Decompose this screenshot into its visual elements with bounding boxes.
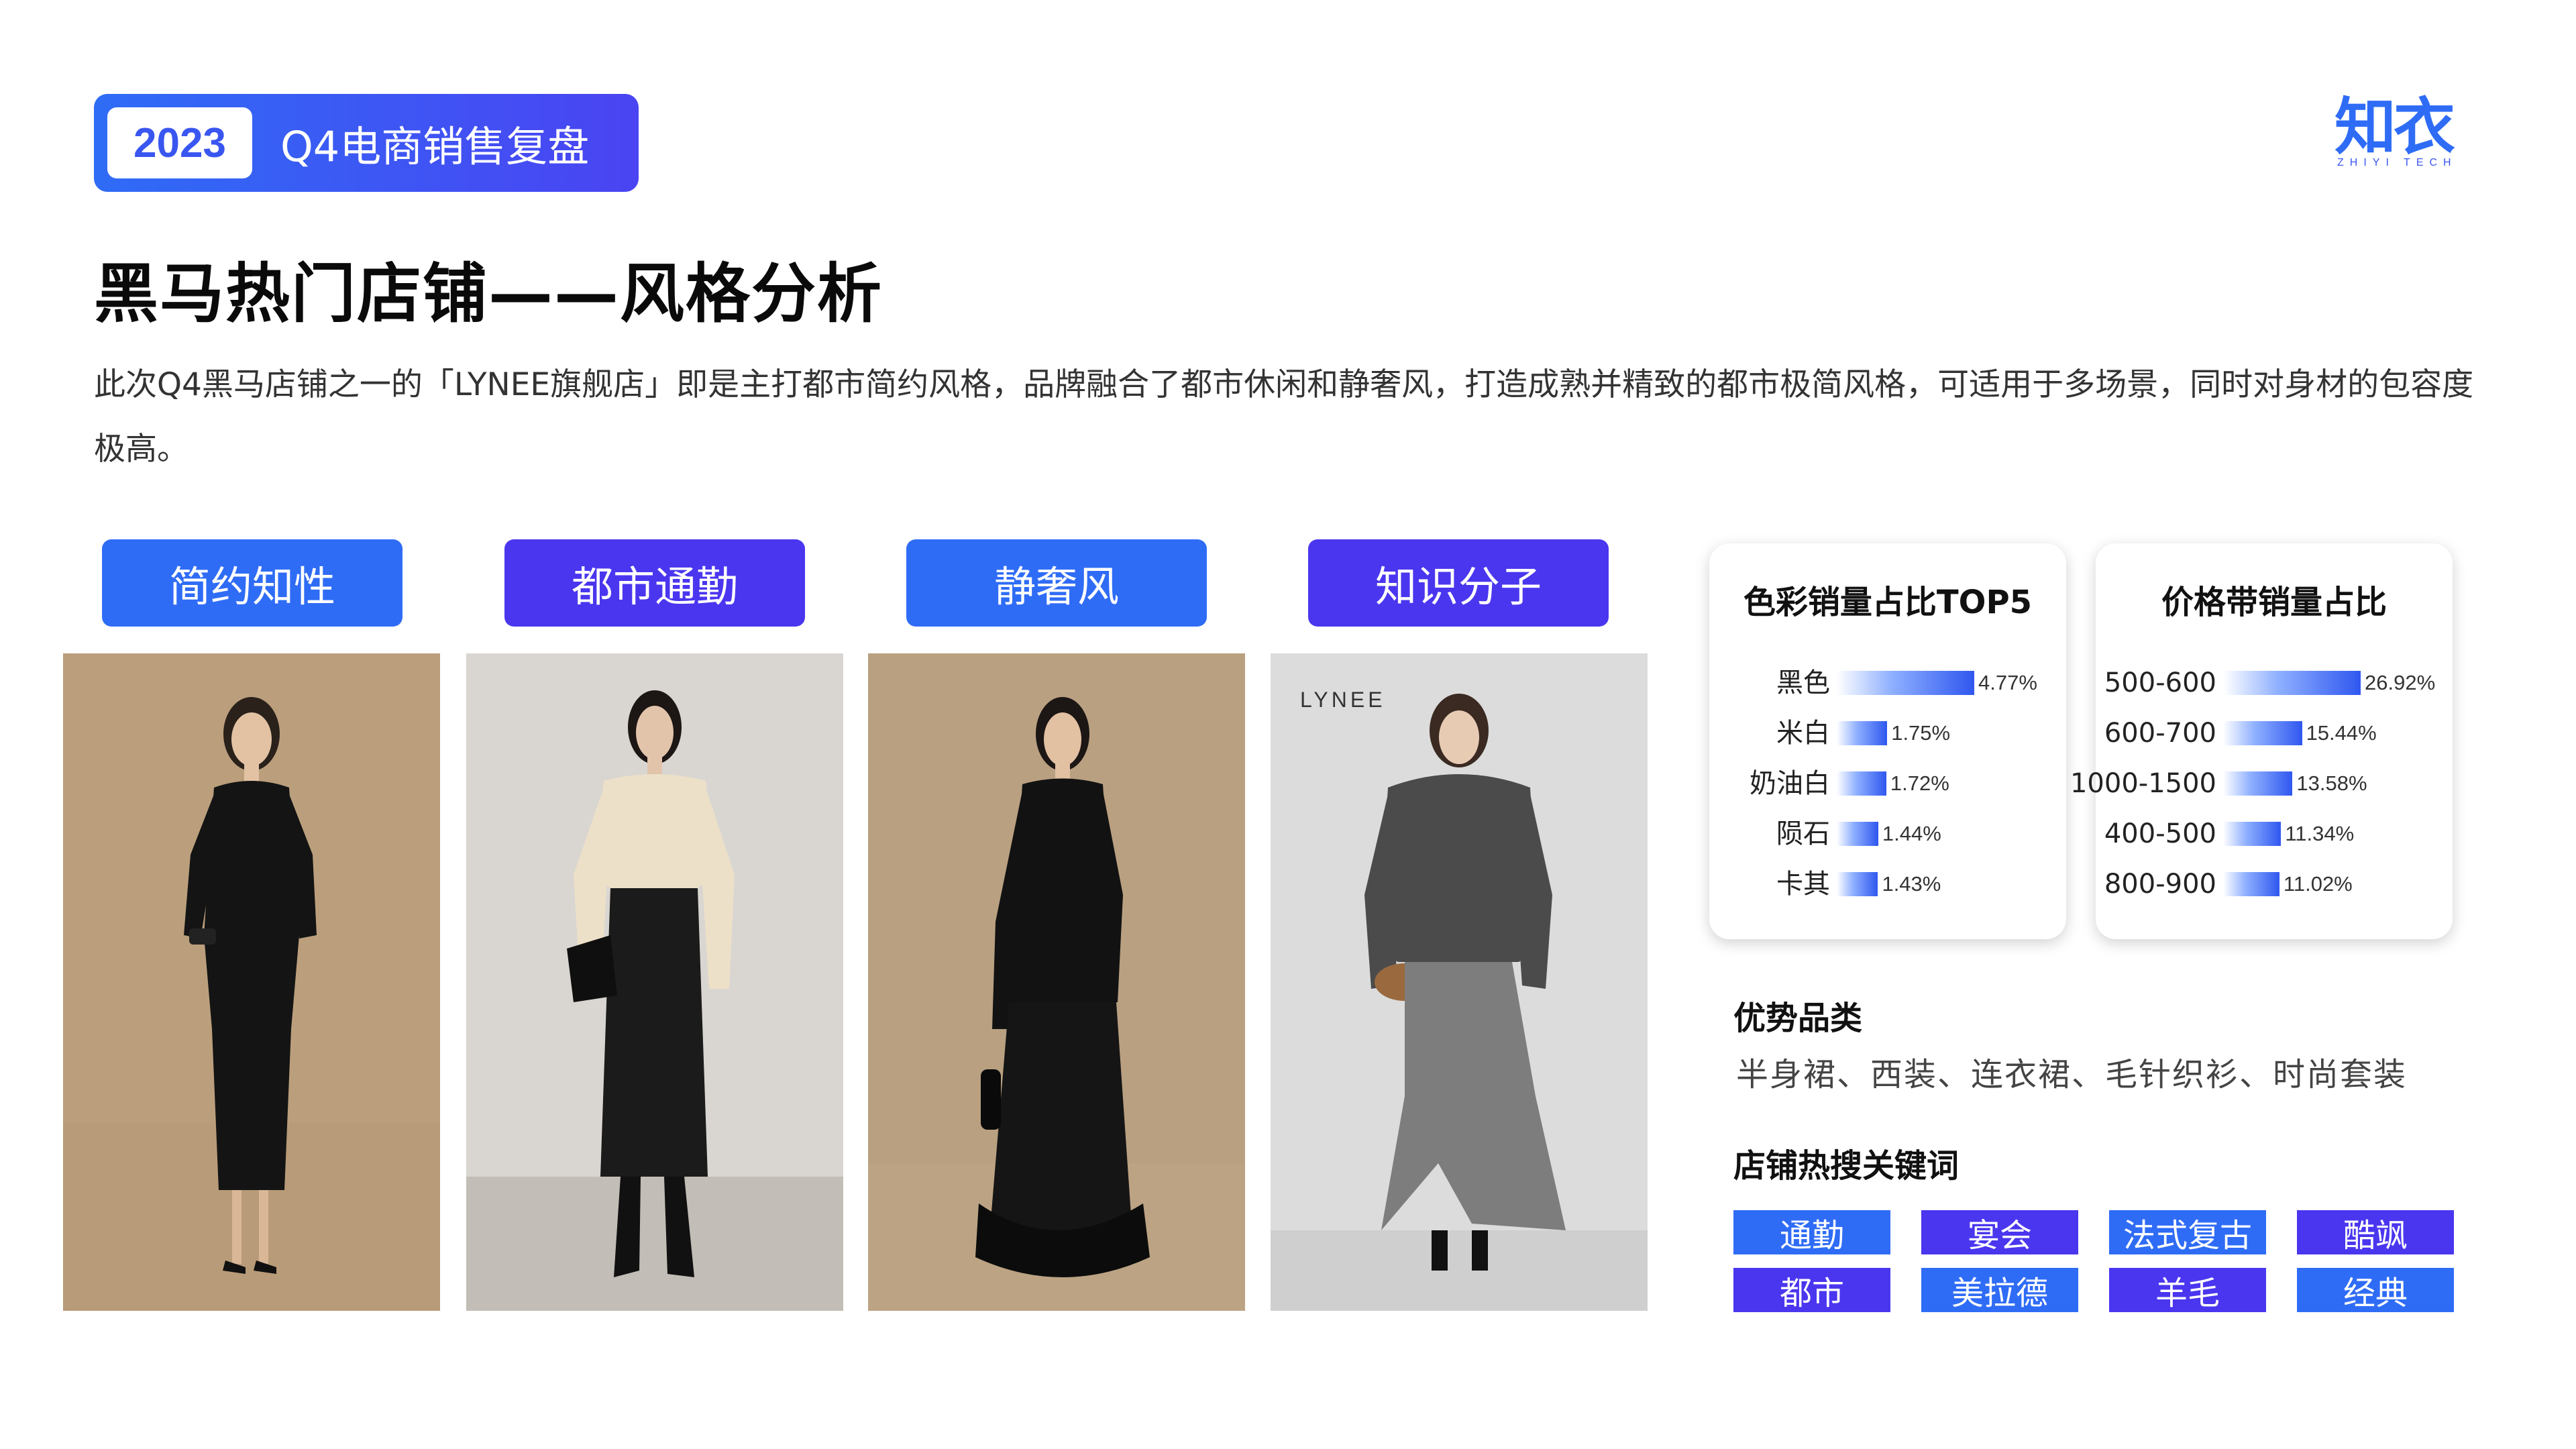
color-label: 陨石 [1776, 818, 1830, 849]
color-label: 卡其 [1776, 869, 1830, 900]
keyword-tag: 酷飒 [2297, 1210, 2454, 1254]
price-card-title: 价格带销量占比 [2161, 584, 2387, 621]
style-tag-2: 都市通勤 [504, 539, 805, 627]
price-value: 13.58% [2296, 771, 2367, 795]
color-bar [1837, 872, 1878, 896]
color-row: 陨石 1.44% [1709, 814, 2066, 854]
style-tag-4: 知识分子 [1308, 539, 1609, 627]
keyword-tag: 宴会 [1921, 1210, 2078, 1254]
color-value: 1.43% [1882, 872, 1941, 896]
report-badge: 2023 Q4电商销售复盘 [94, 94, 639, 192]
model-photo-2 [466, 653, 843, 1311]
price-bar [2223, 872, 2279, 896]
price-row: 400-500 11.34% [2096, 814, 2453, 854]
price-row: 800-900 11.02% [2096, 864, 2453, 904]
keywords-heading: 店铺热搜关键词 [1733, 1147, 1960, 1185]
model-photo-3 [868, 653, 1245, 1311]
price-label: 600-700 [2104, 718, 2216, 749]
keyword-tag: 羊毛 [2109, 1268, 2266, 1312]
price-value: 26.92% [2365, 671, 2436, 694]
price-row: 1000-1500 13.58% [2070, 763, 2453, 804]
color-label: 奶油白 [1750, 768, 1830, 799]
color-sales-card: 色彩销量占比TOP5 黑色 4.77% 米白 1.75% 奶油白 1.72% 陨… [1709, 543, 2066, 939]
price-label: 1000-1500 [2070, 768, 2216, 799]
keyword-tag: 经典 [2297, 1268, 2454, 1312]
color-row: 卡其 1.43% [1709, 864, 2066, 904]
keyword-tag: 通勤 [1733, 1210, 1890, 1254]
price-row: 600-700 15.44% [2096, 713, 2453, 753]
price-bar [2223, 771, 2293, 796]
price-bar [2223, 671, 2361, 695]
price-label: 400-500 [2104, 818, 2216, 849]
color-bar [1837, 822, 1878, 846]
model-photo-1 [63, 653, 440, 1311]
price-value: 11.34% [2285, 822, 2355, 845]
color-bar [1837, 721, 1888, 745]
logo-tagline: ZHIYI TECH [2337, 157, 2457, 168]
price-label: 800-900 [2104, 869, 2216, 900]
advantage-heading: 优势品类 [1733, 1000, 1863, 1037]
logo-mark: 知衣 [2334, 91, 2455, 163]
keyword-tag: 美拉德 [1921, 1268, 2078, 1312]
color-value: 1.72% [1890, 771, 1949, 795]
photo-brand-text: LYNEE [1300, 688, 1386, 712]
color-label: 黑色 [1776, 667, 1830, 698]
keyword-tag: 法式复古 [2109, 1210, 2266, 1254]
advantage-categories: 半身裙、西装、连衣裙、毛针织衫、时尚套装 [1736, 1056, 2408, 1093]
price-bar [2223, 721, 2302, 745]
model-photo-4: LYNEE [1271, 653, 1648, 1311]
color-value: 1.75% [1891, 721, 1951, 745]
price-value: 15.44% [2306, 721, 2377, 745]
keyword-tag: 都市 [1733, 1268, 1890, 1312]
color-bar [1837, 771, 1886, 796]
color-row: 米白 1.75% [1709, 713, 2066, 753]
price-bar [2223, 822, 2282, 846]
page-title: 黑马热门店铺——风格分析 [94, 256, 883, 331]
price-label: 500-600 [2104, 667, 2216, 698]
color-label: 米白 [1776, 718, 1830, 749]
color-card-title: 色彩销量占比TOP5 [1743, 584, 2033, 621]
style-tag-3: 静奢风 [906, 539, 1207, 627]
price-row: 500-600 26.92% [2096, 663, 2453, 703]
price-value: 11.02% [2283, 872, 2353, 896]
color-row: 黑色 4.77% [1709, 663, 2066, 703]
page-description: 此次Q4黑马店铺之一的「LYNEE旗舰店」即是主打都市简约风格，品牌融合了都市休… [94, 366, 2474, 468]
color-row: 奶油白 1.72% [1709, 763, 2066, 804]
color-value: 4.77% [1978, 671, 2037, 694]
year-label: 2023 [107, 107, 252, 178]
style-tag-1: 简约知性 [102, 539, 402, 627]
report-subtitle: Q4电商销售复盘 [280, 122, 590, 171]
brand-logo: 知衣 ZHIYI TECH [2334, 94, 2462, 174]
color-bar [1837, 671, 1974, 695]
color-value: 1.44% [1882, 822, 1941, 845]
price-band-card: 价格带销量占比 500-600 26.92% 600-700 15.44% 10… [2070, 543, 2453, 939]
